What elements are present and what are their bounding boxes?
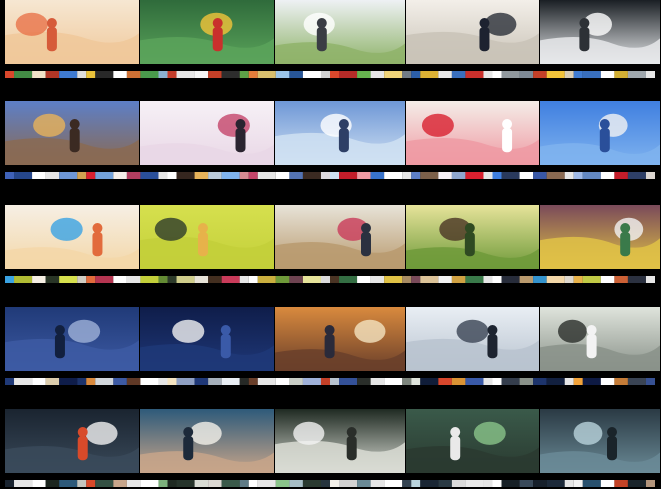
storyboard-row	[0, 307, 661, 385]
frame-illustration	[5, 205, 139, 269]
frame-thumbnail[interactable]	[140, 101, 274, 165]
frame-thumbnail[interactable]	[540, 101, 660, 165]
storyboard-row	[0, 205, 661, 283]
frame-thumbnail[interactable]	[275, 0, 405, 64]
frame-thumbnail[interactable]	[275, 409, 405, 473]
frame-thumbnail[interactable]	[5, 205, 139, 269]
frame-illustration	[275, 101, 405, 165]
frame-illustration	[540, 101, 660, 165]
storyboard-row	[0, 101, 661, 179]
frame-illustration	[406, 409, 539, 473]
frame-illustration	[275, 0, 405, 64]
frame-thumbnail[interactable]	[140, 307, 274, 371]
frame-thumbnail[interactable]	[275, 205, 405, 269]
frame-thumbnail[interactable]	[540, 409, 660, 473]
frame-thumbnail[interactable]	[540, 307, 660, 371]
frame-thumbnail[interactable]	[406, 0, 539, 64]
frame-strip	[5, 0, 661, 64]
frame-illustration	[5, 101, 139, 165]
frame-thumbnail[interactable]	[540, 205, 660, 269]
frame-thumbnail[interactable]	[406, 205, 539, 269]
storyboard-row	[0, 409, 661, 487]
frame-illustration	[5, 409, 139, 473]
frame-thumbnail[interactable]	[140, 0, 274, 64]
storyboard-sheet	[0, 0, 661, 489]
frame-thumbnail[interactable]	[406, 307, 539, 371]
color-barcode	[5, 480, 655, 487]
frame-thumbnail[interactable]	[406, 101, 539, 165]
frame-thumbnail[interactable]	[140, 409, 274, 473]
frame-thumbnail[interactable]	[5, 409, 139, 473]
frame-illustration	[5, 0, 139, 64]
frame-illustration	[540, 0, 660, 64]
frame-illustration	[140, 205, 274, 269]
frame-thumbnail[interactable]	[5, 307, 139, 371]
frame-illustration	[5, 307, 139, 371]
color-barcode	[5, 71, 655, 78]
frame-illustration	[140, 101, 274, 165]
frame-illustration	[140, 409, 274, 473]
frame-illustration	[540, 409, 660, 473]
color-barcode	[5, 378, 655, 385]
storyboard-row	[0, 0, 661, 78]
frame-illustration	[540, 307, 660, 371]
frame-illustration	[406, 205, 539, 269]
frame-thumbnail[interactable]	[5, 0, 139, 64]
frame-thumbnail[interactable]	[275, 307, 405, 371]
frame-illustration	[275, 205, 405, 269]
frame-strip	[5, 205, 661, 269]
color-barcode	[5, 172, 655, 179]
color-barcode	[5, 276, 655, 283]
frame-illustration	[275, 409, 405, 473]
frame-illustration	[140, 0, 274, 64]
frame-illustration	[140, 307, 274, 371]
frame-strip	[5, 101, 661, 165]
frame-illustration	[406, 0, 539, 64]
frame-thumbnail[interactable]	[540, 0, 660, 64]
frame-thumbnail[interactable]	[406, 409, 539, 473]
frame-thumbnail[interactable]	[140, 205, 274, 269]
frame-illustration	[406, 101, 539, 165]
frame-thumbnail[interactable]	[275, 101, 405, 165]
frame-thumbnail[interactable]	[5, 101, 139, 165]
frame-strip	[5, 307, 661, 371]
frame-strip	[5, 409, 661, 473]
frame-illustration	[406, 307, 539, 371]
frame-illustration	[275, 307, 405, 371]
frame-illustration	[540, 205, 660, 269]
